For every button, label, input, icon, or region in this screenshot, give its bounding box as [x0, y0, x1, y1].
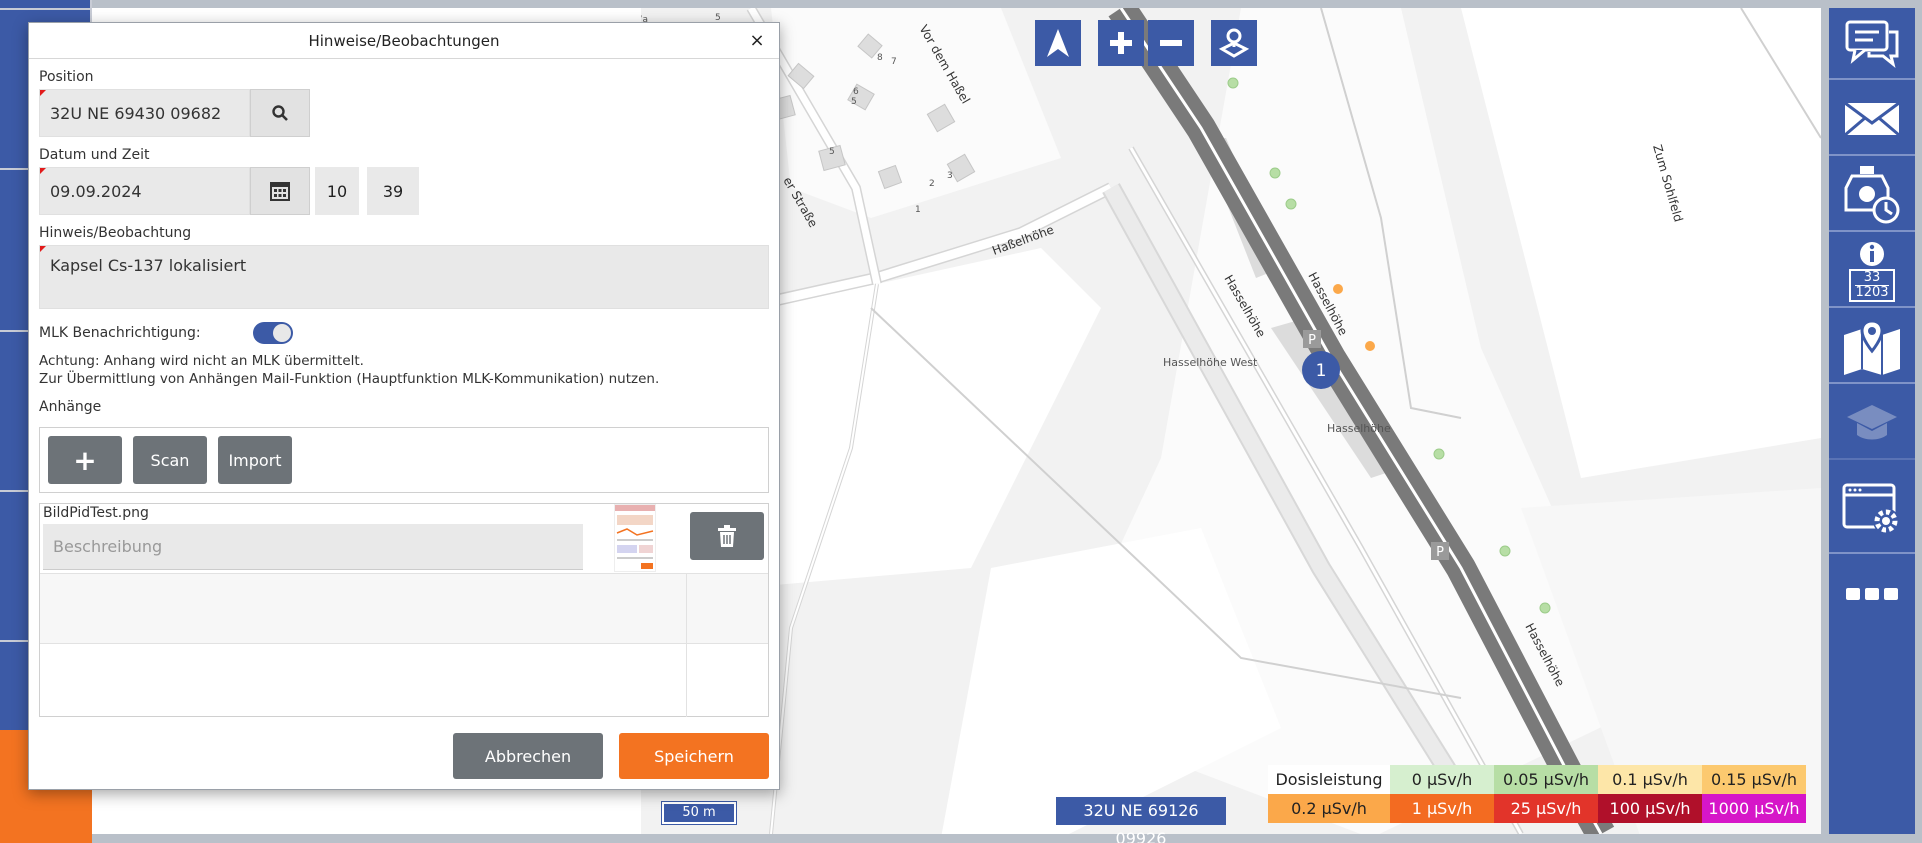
legend-cell: 0.05 µSv/h — [1494, 765, 1598, 794]
north-arrow-button[interactable] — [1035, 20, 1081, 66]
zoom-out-button[interactable] — [1148, 20, 1194, 66]
attachment-description-input[interactable]: Beschreibung — [43, 524, 583, 570]
sidebar-divider — [0, 8, 92, 10]
attachment-filename: BildPidTest.png — [43, 505, 149, 521]
house-number: 5 — [829, 147, 835, 157]
north-arrow-icon — [1047, 29, 1069, 57]
legend-title: Dosisleistung — [1268, 765, 1390, 794]
map-canvas: 1 P P Vor dem Haßel Haßelhöhe Hasselhöhe… — [641, 8, 1821, 834]
mlk-notification-label: MLK Benachrichtigung: — [39, 325, 201, 341]
training-button[interactable] — [1829, 388, 1915, 460]
map-pin-icon — [1844, 319, 1900, 375]
house-number: 7 — [891, 57, 897, 67]
more-button[interactable] — [1829, 558, 1915, 630]
right-toolbar: 33 1203 — [1829, 8, 1915, 834]
house-number: 3 — [947, 171, 953, 181]
svg-text:P: P — [1436, 545, 1444, 560]
responder-time-button[interactable] — [1829, 160, 1915, 232]
attachment-row: BildPidTest.png Beschreibung — [40, 504, 768, 574]
map-view[interactable]: 1 P P Vor dem Haßel Haßelhöhe Hasselhöhe… — [641, 8, 1821, 834]
attachment-list: BildPidTest.png Beschreibung — [39, 503, 769, 717]
note-value: Kapsel Cs-137 lokalisiert — [50, 256, 247, 275]
house-number: 5 — [851, 97, 857, 107]
info-icon — [1860, 241, 1884, 266]
house-number: 2 — [929, 179, 935, 189]
house-number: 1 — [915, 205, 921, 215]
note-textarea[interactable]: Kapsel Cs-137 lokalisiert — [39, 245, 769, 309]
mlk-notification-toggle[interactable] — [253, 322, 293, 344]
thumbnail-image — [615, 505, 655, 569]
house-number: 8 — [877, 53, 883, 63]
legend-cell: 1 µSv/h — [1390, 794, 1494, 823]
responder-clock-icon — [1844, 166, 1900, 224]
attachments-label: Anhänge — [39, 399, 102, 415]
save-button[interactable]: Speichern — [619, 733, 769, 779]
dialog-title: Hinweise/Beobachtungen — [29, 23, 779, 59]
plus-icon — [1110, 32, 1132, 54]
svg-text:P: P — [1308, 333, 1316, 348]
attachment-toolbar: + Scan Import — [39, 427, 769, 493]
minus-icon — [1160, 40, 1182, 46]
hour-field[interactable]: 10 — [315, 167, 359, 215]
map-scale: 50 m — [661, 801, 737, 825]
position-value: 32U NE 69430 09682 — [50, 103, 222, 123]
empty-row — [40, 574, 768, 644]
position-label: Position — [39, 69, 94, 85]
position-search-button[interactable] — [250, 89, 310, 137]
place-label: Hasselhöhe West — [1163, 356, 1258, 369]
chat-button[interactable] — [1829, 8, 1915, 80]
description-placeholder: Beschreibung — [53, 537, 163, 556]
column-divider — [686, 574, 687, 717]
info-counter-icon: 33 1203 — [1849, 241, 1895, 302]
settings-window-icon — [1842, 483, 1899, 534]
observation-dialog: Hinweise/Beobachtungen × Position 32U NE… — [28, 22, 780, 790]
minute-field[interactable]: 39 — [367, 167, 419, 215]
info-line2: 1203 — [1855, 284, 1889, 300]
mail-icon — [1844, 101, 1900, 137]
add-attachment-button[interactable]: + — [48, 436, 122, 484]
warning-line-2: Zur Übermittlung von Anhängen Mail-Funkt… — [39, 371, 660, 387]
locate-button[interactable] — [1211, 20, 1257, 66]
position-field[interactable]: 32U NE 69430 09682 — [39, 89, 250, 137]
legend-cell: 100 µSv/h — [1598, 794, 1702, 823]
import-button[interactable]: Import — [218, 436, 292, 484]
legend-cell: 0.15 µSv/h — [1702, 765, 1806, 794]
datetime-label: Datum und Zeit — [39, 147, 150, 163]
calendar-icon — [270, 182, 290, 201]
graduation-cap-icon — [1847, 405, 1897, 440]
legend-cell: 1000 µSv/h — [1702, 794, 1806, 823]
settings-button[interactable] — [1829, 464, 1915, 554]
map-layers-button[interactable] — [1829, 312, 1915, 384]
note-label: Hinweis/Beobachtung — [39, 225, 192, 241]
cancel-button[interactable]: Abbrechen — [453, 733, 603, 779]
trash-icon — [718, 525, 736, 547]
legend-cell: 25 µSv/h — [1494, 794, 1598, 823]
warning-line-1: Achtung: Anhang wird nicht an MLK übermi… — [39, 353, 364, 369]
attachment-thumbnail[interactable] — [614, 504, 656, 572]
place-label: Hasselhöhe — [1327, 422, 1391, 435]
zoom-in-button[interactable] — [1098, 20, 1144, 66]
info-button[interactable]: 33 1203 — [1829, 236, 1915, 308]
legend-cell: 0.2 µSv/h — [1268, 794, 1390, 823]
more-icon — [1846, 588, 1898, 600]
calendar-button[interactable] — [250, 167, 310, 215]
mail-button[interactable] — [1829, 84, 1915, 156]
scan-button[interactable]: Scan — [133, 436, 207, 484]
delete-attachment-button[interactable] — [690, 512, 764, 560]
location-layers-icon — [1218, 28, 1250, 58]
legend-cell: 0.1 µSv/h — [1598, 765, 1702, 794]
info-line1: 33 — [1863, 269, 1881, 285]
legend-cell: 0 µSv/h — [1390, 765, 1494, 794]
close-icon[interactable]: × — [745, 29, 769, 53]
search-icon — [272, 105, 288, 121]
map-marker-label[interactable]: 1 — [1316, 361, 1327, 381]
dose-rate-legend: Dosisleistung 0 µSv/h 0.05 µSv/h 0.1 µSv… — [1268, 765, 1806, 823]
date-value: 09.09.2024 — [50, 181, 142, 201]
date-field[interactable]: 09.09.2024 — [39, 167, 250, 215]
cursor-coordinate: 32U NE 69126 09926 — [1056, 797, 1226, 843]
chat-icon — [1845, 20, 1899, 68]
house-number: 6 — [853, 87, 859, 97]
